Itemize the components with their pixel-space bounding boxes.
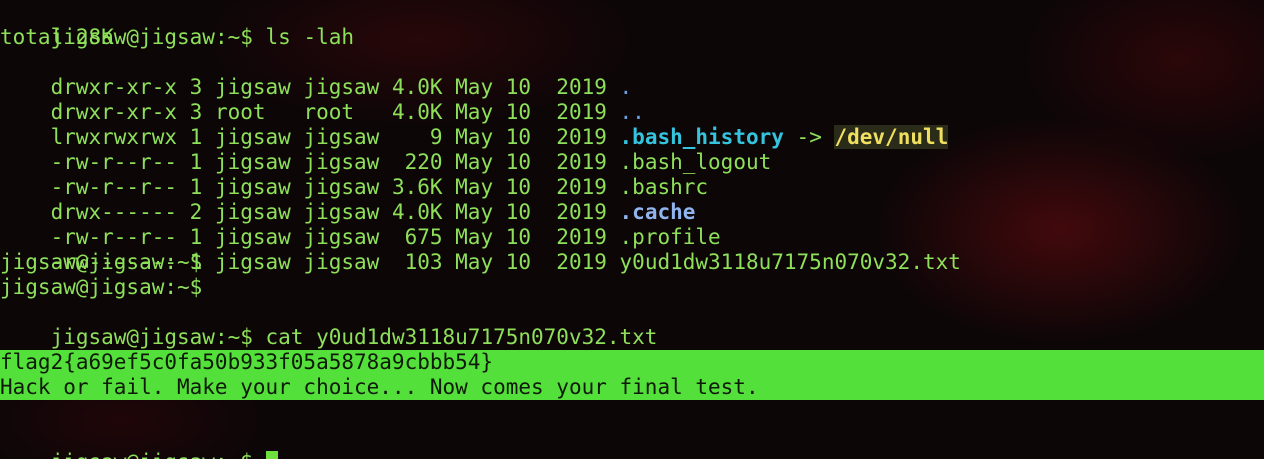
symlink-target: /dev/null [834, 125, 949, 149]
entry-name: y0ud1dw3118u7175n070v32.txt [619, 250, 961, 274]
ls-entry: -rw-r--r-- 1 jigsaw jigsaw 3.6K May 10 2… [0, 150, 708, 199]
terminal-window[interactable]: jigsaw@jigsaw:~$ ls -lah total 28K drwxr… [0, 0, 1264, 459]
ls-entry: -rw-r--r-- 1 jigsaw jigsaw 220 May 10 20… [0, 125, 772, 174]
ls-entry: drwx------ 2 jigsaw jigsaw 4.0K May 10 2… [0, 175, 696, 224]
command-text: cat y0ud1dw3118u7175n070v32.txt [252, 325, 658, 349]
ls-total: total 28K [0, 25, 114, 49]
prompt-line-empty: jigsaw@jigsaw:~$ [0, 275, 203, 299]
prompt-line-cat: jigsaw@jigsaw:~$ cat y0ud1dw3118u7175n07… [0, 300, 658, 349]
ls-entry: lrwxrwxrwx 1 jigsaw jigsaw 9 May 10 2019… [0, 100, 949, 149]
text-cursor[interactable] [265, 451, 278, 459]
ls-entry: -rw------- 1 jigsaw jigsaw 103 May 10 20… [0, 225, 961, 274]
ls-entry: -rw-r--r-- 1 jigsaw jigsaw 675 May 10 20… [0, 200, 721, 249]
ls-entry: drwxr-xr-x 3 root root 4.0K May 10 2019 … [0, 75, 645, 124]
shell-prompt: jigsaw@jigsaw:~$ [50, 325, 253, 349]
command-text: ls -lah [252, 25, 355, 49]
flag-line: flag2{a69ef5c0fa50b933f05a5878a9cbbb54} [0, 350, 494, 374]
shell-prompt: jigsaw@jigsaw:~$ [51, 450, 266, 459]
message-line: Hack or fail. Make your choice... Now co… [0, 375, 759, 399]
prompt-line-ls: jigsaw@jigsaw:~$ ls -lah [0, 0, 354, 49]
symlink-arrow: -> [783, 125, 835, 149]
prompt-line-empty: jigsaw@jigsaw:~$ [0, 250, 203, 274]
prompt-line-active[interactable]: jigsaw@jigsaw:~$ [0, 425, 278, 459]
ls-entry: drwxr-xr-x 3 jigsaw jigsaw 4.0K May 10 2… [0, 50, 633, 99]
